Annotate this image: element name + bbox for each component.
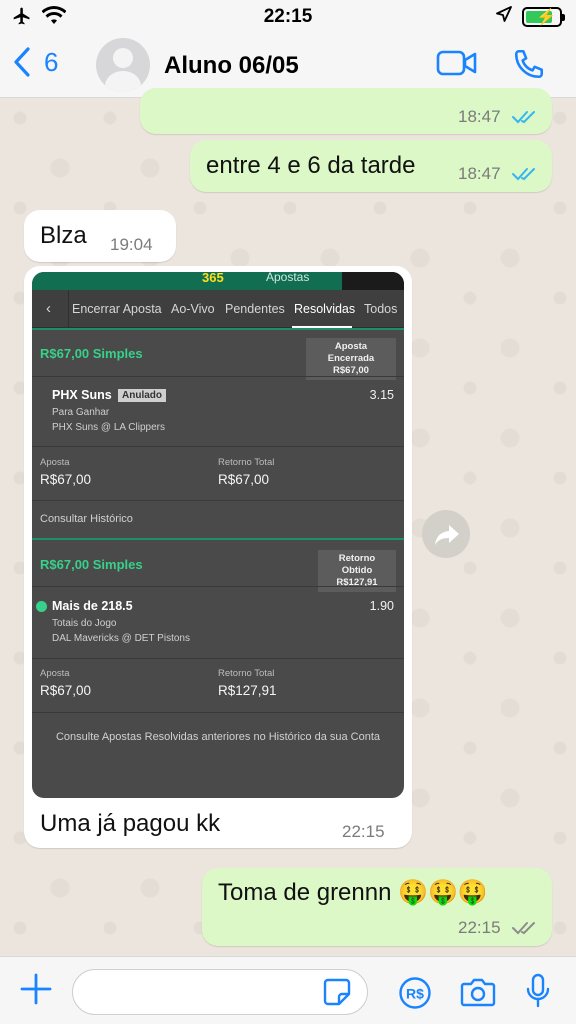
- back-button[interactable]: 6: [12, 46, 58, 78]
- contact-name[interactable]: Aluno 06/05: [164, 52, 299, 80]
- return-label: Retorno Total: [218, 668, 275, 679]
- message-text: Blza: [40, 222, 87, 249]
- bet-odds: 1.90: [369, 599, 394, 613]
- pix-payment-icon: R$: [399, 977, 431, 1009]
- input-bar: R$: [0, 956, 576, 1024]
- message-bubble-incoming[interactable]: Blza 19:04: [24, 210, 176, 262]
- stake-value: R$67,00: [40, 683, 92, 698]
- plus-icon: [20, 973, 52, 1005]
- bet-market: Totais do Jogo: [52, 618, 117, 629]
- message-bubble-outgoing[interactable]: Toma de grennn 🤑🤑🤑 22:15: [202, 868, 552, 946]
- stake-label: Aposta: [40, 457, 70, 468]
- screenshot-tab: Todos: [364, 302, 398, 316]
- read-ticks-icon: [512, 168, 535, 181]
- bet-market: Para Ganhar: [52, 407, 110, 418]
- forward-button[interactable]: [422, 510, 470, 558]
- message-text: Uma já pagou kk: [40, 810, 221, 837]
- camera-button[interactable]: [460, 977, 496, 1012]
- svg-text:R$: R$: [406, 986, 424, 1002]
- stake-value: R$67,00: [40, 472, 92, 487]
- won-check-icon: [36, 601, 47, 612]
- message-time: 18:47: [458, 107, 501, 126]
- camera-icon: [460, 978, 496, 1007]
- screenshot-tab: Pendentes: [225, 302, 285, 316]
- footer-note: Consulte Apostas Resolvidas anteriores n…: [55, 731, 381, 743]
- message-bubble-outgoing[interactable]: entre 4 e 6 da tarde 18:47: [190, 140, 552, 192]
- status-right: ⚡: [496, 6, 565, 27]
- sticker-button[interactable]: [322, 977, 352, 1012]
- bet-selection: Mais de 218.5: [52, 599, 133, 613]
- bet-selection: PHX Suns: [52, 388, 112, 402]
- screenshot-tab: Ao-Vivo: [171, 302, 215, 316]
- bet-event: DAL Mavericks @ DET Pistons: [52, 633, 190, 644]
- bet-status-badge: Aposta Encerrada R$67,00: [306, 338, 396, 380]
- message-bubble-outgoing[interactable]: 18:47: [140, 88, 552, 134]
- anulado-tag: Anulado: [118, 389, 166, 402]
- bet-event: PHX Suns @ LA Clippers: [52, 422, 165, 433]
- payment-button[interactable]: R$: [398, 976, 432, 1015]
- bet-title: R$67,00 Simples: [40, 557, 143, 572]
- message-time: 22:15: [342, 822, 385, 841]
- screenshot-tabs: ‹ Encerrar Aposta Ao-Vivo Pendentes Reso…: [32, 290, 404, 328]
- attach-button[interactable]: [20, 973, 52, 1010]
- video-call-button[interactable]: [436, 48, 478, 83]
- chevron-left-icon: [14, 47, 30, 77]
- bet365-logo: 365: [202, 272, 224, 285]
- status-time: 22:15: [263, 6, 313, 27]
- avatar[interactable]: [96, 38, 150, 92]
- message-time: 22:15: [458, 918, 501, 937]
- phone-icon: [514, 49, 544, 79]
- read-ticks-icon: [512, 111, 535, 124]
- sticker-icon: [323, 978, 351, 1006]
- share-arrow-icon: [435, 525, 459, 545]
- stake-label: Aposta: [40, 668, 70, 679]
- bet-odds: 3.15: [369, 388, 394, 402]
- message-time: 19:04: [110, 235, 153, 254]
- screenshot-tab-active: Resolvidas: [294, 302, 356, 316]
- return-value: R$67,00: [218, 472, 270, 487]
- microphone-button[interactable]: [524, 973, 552, 1014]
- message-text: Toma de grennn 🤑🤑🤑: [218, 879, 488, 906]
- bet-screenshot-image[interactable]: 365 Apostas ‹ Encerrar Aposta Ao-Vivo Pe…: [32, 272, 404, 798]
- microphone-icon: [526, 973, 550, 1008]
- battery-icon: ⚡: [522, 6, 565, 27]
- unread-count: 6: [44, 46, 59, 77]
- screenshot-top-tab: Apostas: [266, 272, 310, 284]
- return-value: R$127,91: [218, 683, 277, 698]
- location-arrow-icon: [496, 6, 512, 27]
- video-camera-icon: [436, 50, 477, 76]
- charging-bolt-icon: ⚡: [536, 8, 556, 26]
- screenshot-tab: Encerrar Aposta: [72, 302, 162, 316]
- screenshot-topbar: 365 Apostas: [32, 272, 404, 290]
- status-bar: 22:15 ⚡: [0, 0, 576, 34]
- bet-title: R$67,00 Simples: [40, 346, 143, 361]
- chevron-left-icon: ‹: [46, 300, 51, 317]
- message-text: entre 4 e 6 da tarde: [206, 152, 416, 179]
- voice-call-button[interactable]: [512, 47, 546, 86]
- return-label: Retorno Total: [218, 457, 275, 468]
- history-link: Consultar Histórico: [40, 513, 133, 525]
- message-time: 18:47: [458, 164, 501, 183]
- delivered-ticks-icon: [512, 922, 535, 935]
